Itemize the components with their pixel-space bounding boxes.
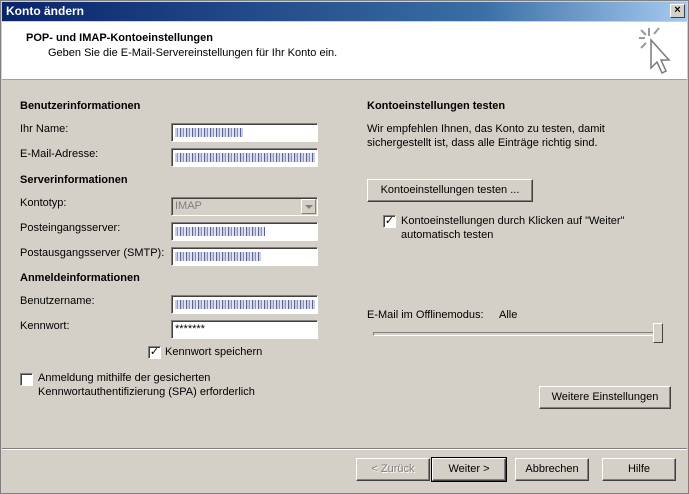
- redacted-value: [175, 153, 315, 162]
- incoming-server-label: Posteingangsserver:: [20, 222, 121, 234]
- spa-label-line1[interactable]: Anmeldung mithilfe der gesicherten: [38, 372, 210, 384]
- password-value: *******: [175, 323, 205, 335]
- offline-mode-label: E-Mail im Offlinemodus:: [367, 309, 484, 321]
- username-label: Benutzername:: [20, 295, 95, 307]
- redacted-value: [175, 128, 243, 137]
- next-button[interactable]: Weiter >: [431, 457, 507, 482]
- account-type-label: Kontotyp:: [20, 197, 67, 209]
- redacted-value: [175, 227, 265, 236]
- spa-checkbox[interactable]: [20, 373, 33, 386]
- offline-mode-value: Alle: [499, 309, 518, 321]
- account-type-select: IMAP: [171, 197, 318, 216]
- redacted-value: [175, 300, 315, 309]
- auto-test-label-line2[interactable]: automatisch testen: [401, 229, 493, 241]
- name-label: Ihr Name:: [20, 123, 69, 135]
- back-button[interactable]: < Zurück: [356, 458, 430, 481]
- help-button[interactable]: Hilfe: [602, 458, 676, 481]
- close-button[interactable]: ×: [670, 4, 685, 18]
- test-account-button[interactable]: Kontoeinstellungen testen ...: [367, 179, 533, 202]
- chevron-down-icon: [301, 199, 316, 214]
- username-input[interactable]: [171, 295, 318, 314]
- remember-password-checkbox[interactable]: ✓: [148, 346, 161, 359]
- cursor-sparkle-icon: [639, 27, 671, 75]
- auto-test-label-line1[interactable]: Kontoeinstellungen durch Klicken auf "We…: [401, 215, 624, 227]
- password-label: Kennwort:: [20, 320, 70, 332]
- offline-slider-thumb[interactable]: [653, 323, 663, 343]
- test-desc-line2: sichergestellt ist, dass alle Einträge r…: [367, 137, 598, 149]
- email-input[interactable]: [171, 148, 318, 167]
- incoming-server-input[interactable]: [171, 222, 318, 241]
- dialog-header: POP- und IMAP-Kontoeinstellungen Geben S…: [2, 22, 687, 80]
- title-bar: Konto ändern ×: [2, 2, 687, 21]
- cancel-button[interactable]: Abbrechen: [515, 458, 589, 481]
- remember-password-label[interactable]: Kennwort speichern: [165, 346, 262, 358]
- password-input[interactable]: *******: [171, 320, 318, 339]
- user-info-heading: Benutzerinformationen: [20, 100, 141, 112]
- header-title: POP- und IMAP-Kontoeinstellungen: [26, 32, 213, 44]
- offline-slider-track[interactable]: [373, 332, 663, 336]
- email-label: E-Mail-Adresse:: [20, 148, 99, 160]
- account-change-dialog: Konto ändern × POP- und IMAP-Kontoeinste…: [0, 0, 689, 494]
- test-desc-line1: Wir empfehlen Ihnen, das Konto zu testen…: [367, 123, 605, 135]
- account-type-value: IMAP: [175, 200, 202, 212]
- auto-test-checkbox[interactable]: ✓: [383, 215, 396, 228]
- redacted-value: [175, 252, 261, 261]
- login-info-heading: Anmeldeinformationen: [20, 272, 140, 284]
- outgoing-server-label: Postausgangsserver (SMTP):: [20, 247, 165, 259]
- spa-label-line2[interactable]: Kennwortauthentifizierung (SPA) erforder…: [38, 386, 255, 398]
- footer-divider: [2, 448, 687, 450]
- outgoing-server-input[interactable]: [171, 247, 318, 266]
- header-subtitle: Geben Sie die E-Mail-Servereinstellungen…: [48, 47, 338, 59]
- name-input[interactable]: [171, 123, 318, 142]
- more-settings-button[interactable]: Weitere Einstellungen: [539, 386, 671, 409]
- server-info-heading: Serverinformationen: [20, 174, 128, 186]
- test-settings-heading: Kontoeinstellungen testen: [367, 100, 506, 112]
- close-icon[interactable]: ×: [674, 4, 680, 16]
- window-title: Konto ändern: [6, 4, 84, 18]
